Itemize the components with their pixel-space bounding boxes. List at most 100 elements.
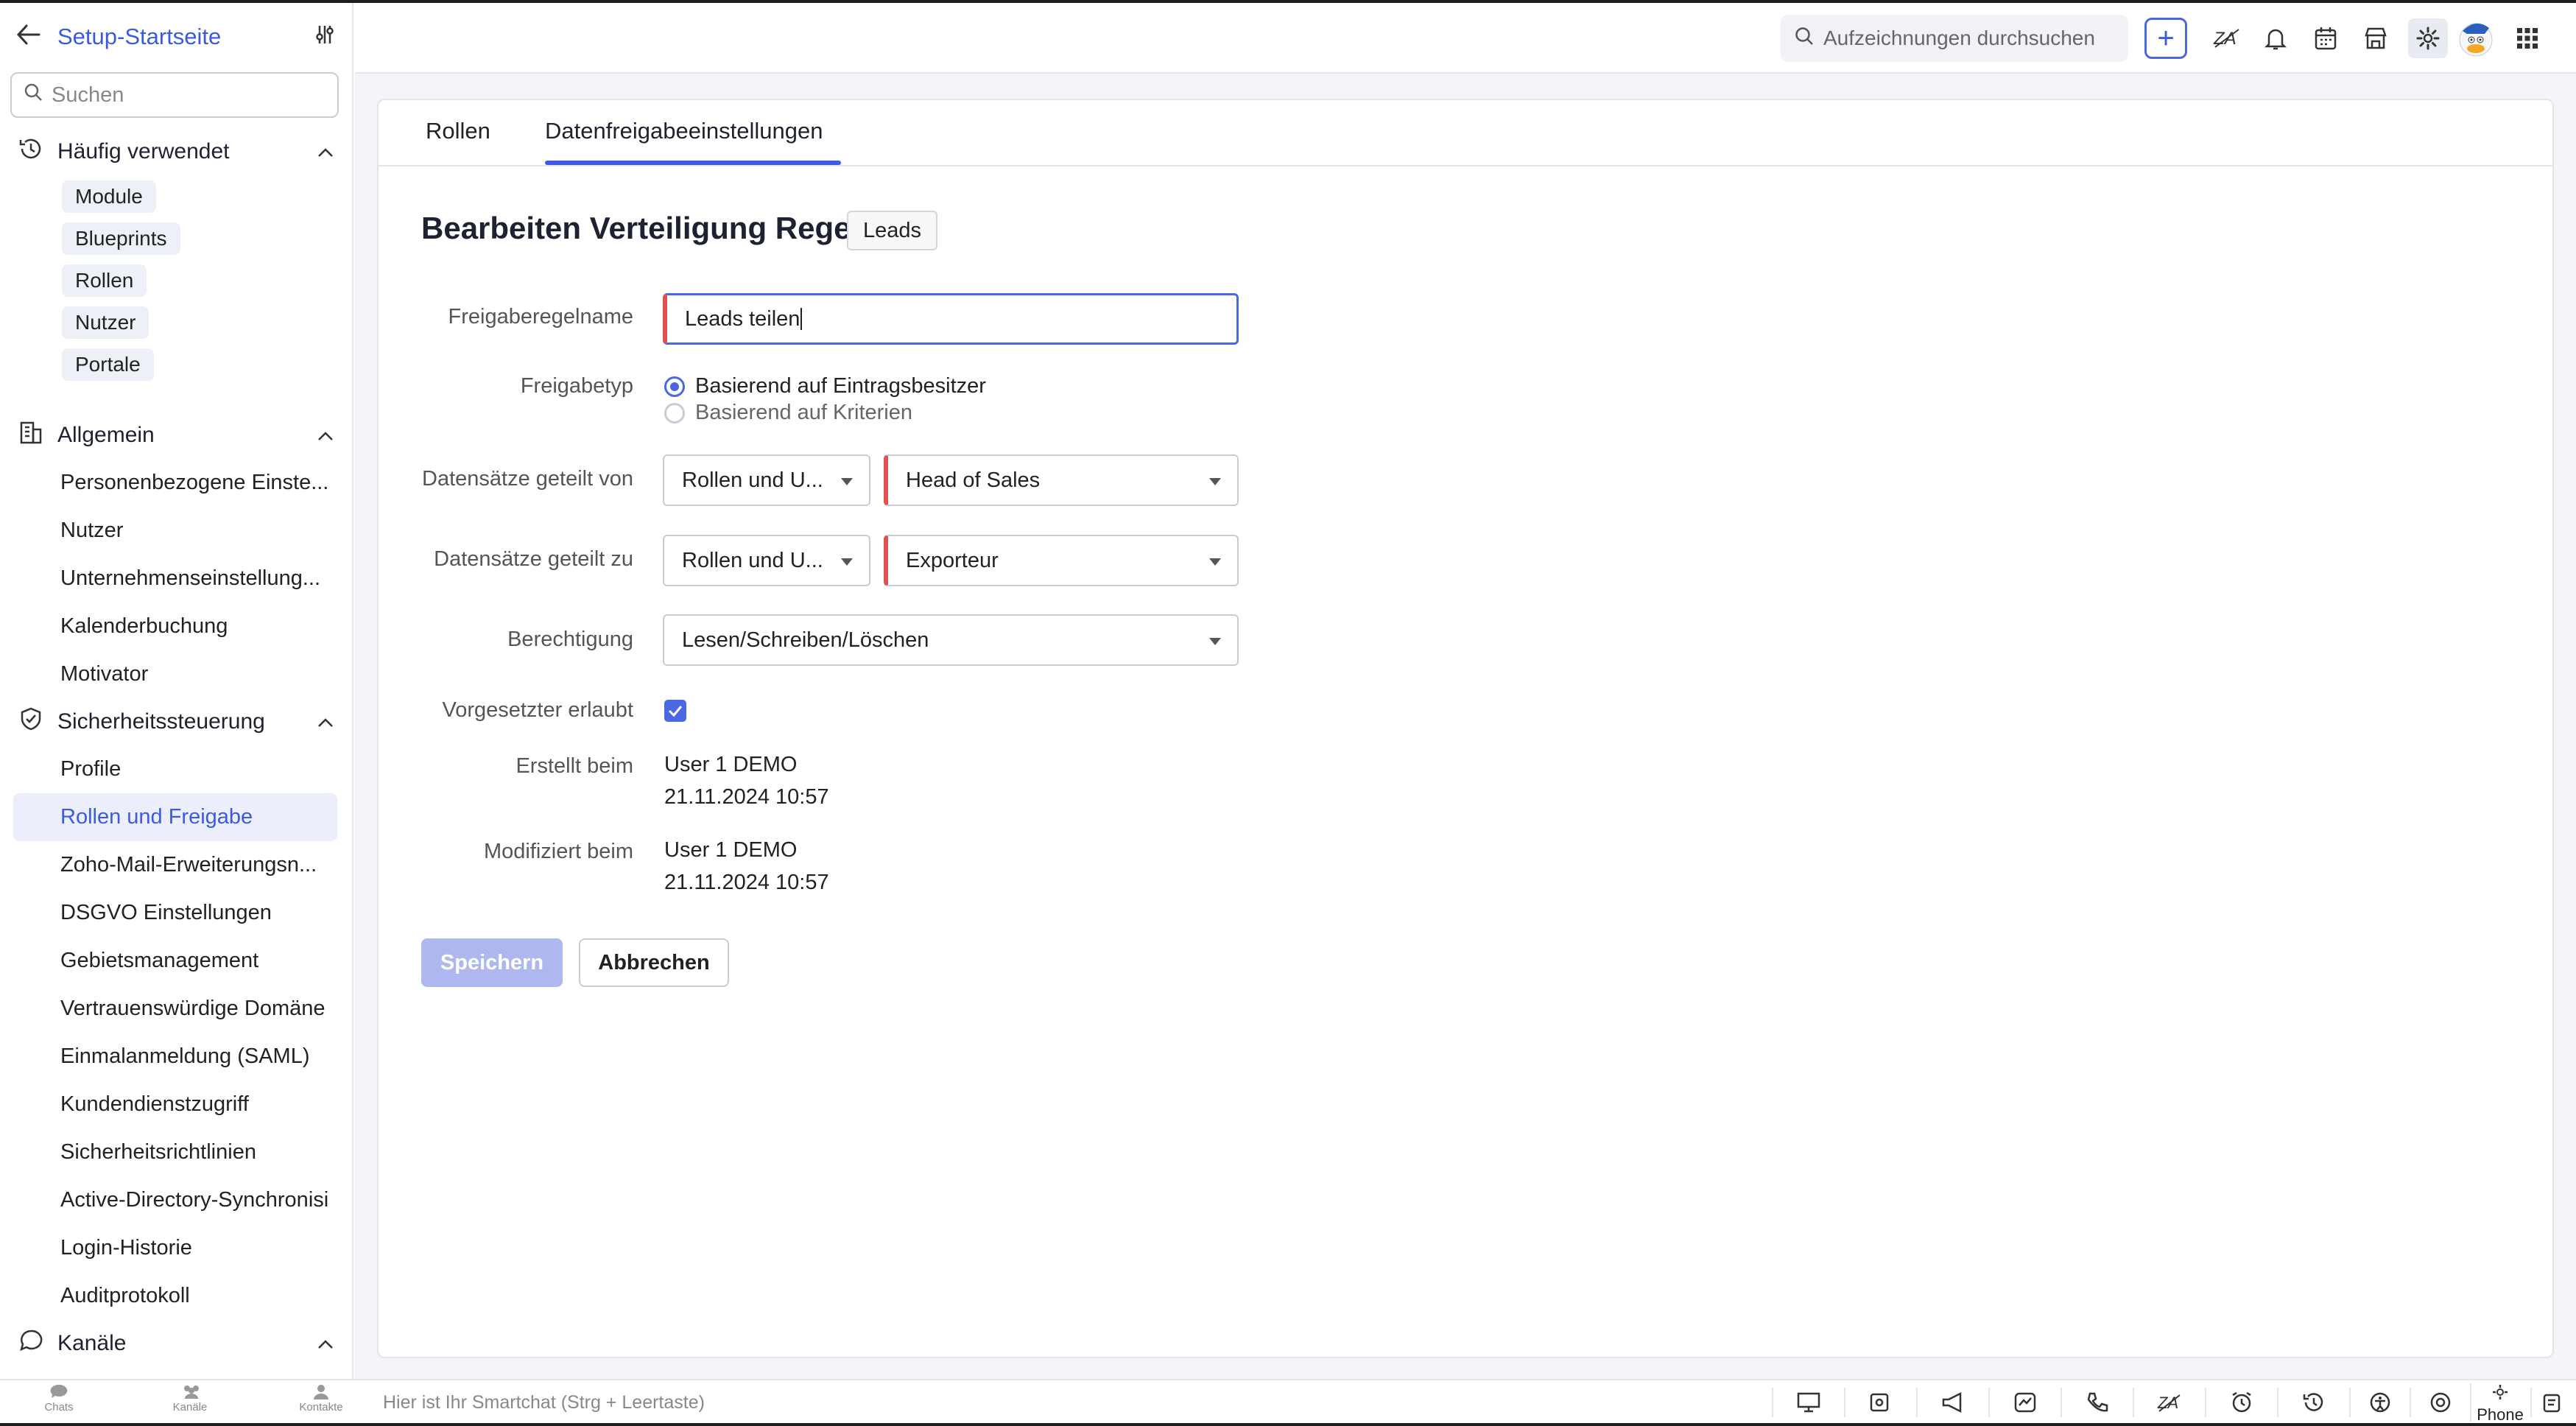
cancel-button[interactable]: Abbrechen — [579, 938, 729, 987]
phone-label: Phone — [2477, 1405, 2524, 1424]
add-button[interactable]: + — [2144, 18, 2187, 59]
modified-user: User 1 DEMO — [664, 838, 798, 862]
app-grid-icon[interactable] — [2510, 21, 2545, 56]
bottom-nav-channels-label: Kanäle — [172, 1401, 208, 1413]
sidebar-item-support-access[interactable]: Kundendienstzugriff — [0, 1081, 352, 1128]
sidebar-item-calendar-booking[interactable]: Kalenderbuchung — [0, 603, 352, 650]
sidebar-item-motivator[interactable]: Motivator — [0, 650, 352, 698]
share-type-owner-radio[interactable]: Basierend auf Eintragsbesitzer — [664, 374, 986, 398]
bottom-nav-chats-label: Chats — [44, 1401, 74, 1413]
video-call-icon[interactable] — [1844, 1388, 1916, 1417]
chevron-up-icon[interactable] — [317, 1331, 334, 1356]
section-frequent[interactable]: Häufig verwendet — [0, 128, 352, 175]
sidebar-item-security-policies[interactable]: Sicherheitsrichtlinien — [0, 1128, 352, 1176]
sidebar-item-company-settings[interactable]: Unternehmenseinstellung... — [0, 555, 352, 603]
alarm-clock-icon[interactable] — [2205, 1388, 2277, 1417]
megaphone-icon[interactable] — [1916, 1388, 1988, 1417]
user-avatar[interactable] — [2455, 18, 2496, 59]
phone-widget[interactable]: Phone — [2470, 1383, 2529, 1424]
shared-to-type-select[interactable]: Rollen und U... — [663, 535, 870, 586]
sidebar-chip-rollen[interactable]: Rollen — [62, 264, 147, 297]
analytics-icon[interactable] — [1988, 1388, 2061, 1417]
sidebar-item-roles-sharing[interactable]: Rollen und Freigabe — [13, 793, 337, 841]
permission-select[interactable]: Lesen/Schreiben/Löschen — [663, 614, 1239, 666]
back-arrow-icon[interactable] — [16, 24, 41, 51]
sidebar-item-territory-management[interactable]: Gebietsmanagement — [0, 937, 352, 985]
shared-from-type-value: Rollen und U... — [682, 468, 823, 492]
phone-gear-icon — [2493, 1385, 2508, 1399]
shared-to-value-select[interactable]: Exporteur — [884, 535, 1239, 586]
shared-from-type-select[interactable]: Rollen und U... — [663, 454, 870, 506]
history-icon — [18, 136, 44, 168]
sidebar-item-trusted-domain[interactable]: Vertrauenswürdige Domäne — [0, 985, 352, 1033]
content-card: Rollen Datenfreigabeeinstellungen — [377, 99, 2554, 1358]
section-channels[interactable]: Kanäle — [0, 1320, 352, 1367]
filter-settings-icon[interactable] — [314, 24, 336, 51]
created-date: 21.11.2024 10:57 — [664, 785, 829, 809]
settings-gear-icon[interactable] — [2408, 18, 2448, 58]
sidebar-item-profiles[interactable]: Profile — [0, 745, 352, 793]
bottom-nav-chats[interactable]: Chats — [22, 1383, 96, 1413]
tab-data-sharing[interactable]: Datenfreigabeeinstellungen — [545, 118, 823, 144]
section-general[interactable]: Allgemein — [0, 412, 352, 459]
sidebar-chip-nutzer[interactable]: Nutzer — [62, 306, 149, 339]
records-search-input[interactable]: Aufzeichnungen durchsuchen — [1781, 15, 2128, 62]
tab-strip: Rollen Datenfreigabeeinstellungen — [379, 100, 2552, 166]
zia-icon[interactable]: ZA — [2209, 21, 2245, 56]
notes-icon[interactable] — [2530, 1388, 2572, 1417]
sidebar-item-ad-sync[interactable]: Active-Directory-Synchronisi — [0, 1176, 352, 1224]
chevron-up-icon[interactable] — [317, 139, 334, 164]
shared-from-value-select[interactable]: Head of Sales — [884, 454, 1239, 506]
module-tag: Leads — [847, 211, 938, 250]
shared-to-label: Datensätze geteilt zu — [434, 547, 633, 571]
smartchat-input[interactable]: Hier ist Ihr Smartchat (Strg + Leertaste… — [383, 1392, 705, 1413]
sidebar-item-users[interactable]: Nutzer — [0, 507, 352, 555]
sidebar-item-login-history[interactable]: Login-Historie — [0, 1224, 352, 1272]
chevron-up-icon[interactable] — [317, 423, 334, 448]
rule-name-input[interactable]: Leads teilen — [663, 293, 1239, 345]
section-channels-label: Kanäle — [57, 1331, 127, 1355]
share-type-criteria-radio[interactable]: Basierend auf Kriterien — [664, 401, 912, 425]
superior-allowed-checkbox[interactable] — [664, 700, 686, 722]
sidebar-item-personal-settings[interactable]: Personenbezogene Einste... — [0, 459, 352, 507]
phone-call-icon[interactable] — [2061, 1388, 2133, 1417]
search-icon — [1794, 26, 1815, 52]
checkmark-icon — [668, 706, 683, 717]
recent-history-icon[interactable] — [2277, 1388, 2349, 1417]
tab-roles[interactable]: Rollen — [426, 118, 490, 144]
active-tab-indicator — [545, 161, 841, 165]
bell-icon[interactable] — [2258, 21, 2293, 56]
sidebar-item-zoho-mail-extensions[interactable]: Zoho-Mail-Erweiterungsn... — [0, 841, 352, 889]
calendar-icon[interactable] — [2308, 21, 2343, 56]
mention-icon[interactable] — [2410, 1388, 2470, 1417]
bottom-nav-channels[interactable]: Kanäle — [153, 1383, 227, 1413]
created-user: User 1 DEMO — [664, 753, 798, 776]
sidebar-search-input[interactable]: Suchen — [10, 72, 339, 118]
accessibility-icon[interactable] — [2349, 1388, 2410, 1417]
zia-bottom-icon[interactable]: ZA — [2133, 1388, 2205, 1417]
marketplace-icon[interactable] — [2358, 21, 2393, 56]
bottom-nav-contacts[interactable]: Kontakte — [284, 1383, 358, 1413]
sidebar-title[interactable]: Setup-Startseite — [57, 24, 298, 50]
sidebar-item-audit-log[interactable]: Auditprotokoll — [0, 1272, 352, 1320]
sidebar-chip-blueprints[interactable]: Blueprints — [62, 222, 180, 255]
chevron-up-icon[interactable] — [317, 709, 334, 734]
chevron-down-icon — [1209, 558, 1221, 566]
save-button[interactable]: Speichern — [421, 938, 563, 987]
chevron-down-icon — [1209, 478, 1221, 485]
sidebar-search-placeholder: Suchen — [52, 82, 124, 107]
page-title: Bearbeiten Verteiligung Regel — [421, 211, 860, 245]
group-icon — [180, 1383, 200, 1399]
permission-value: Lesen/Schreiben/Löschen — [682, 628, 929, 652]
sidebar-item-gdpr-settings[interactable]: DSGVO Einstellungen — [0, 889, 352, 937]
section-security-label: Sicherheitssteuerung — [57, 709, 265, 734]
sidebar-chip-module[interactable]: Module — [62, 180, 156, 213]
sidebar-chip-portale[interactable]: Portale — [62, 348, 154, 381]
section-security[interactable]: Sicherheitssteuerung — [0, 698, 352, 745]
sidebar-item-saml[interactable]: Einmalanmeldung (SAML) — [0, 1033, 352, 1081]
svg-text:ZA: ZA — [2157, 1394, 2178, 1412]
screen-share-icon[interactable] — [1772, 1388, 1844, 1417]
setup-sidebar: Setup-Startseite Suchen Häufig verwendet… — [0, 3, 353, 1379]
modified-date: 21.11.2024 10:57 — [664, 871, 829, 894]
created-label: Erstellt beim — [515, 754, 633, 778]
